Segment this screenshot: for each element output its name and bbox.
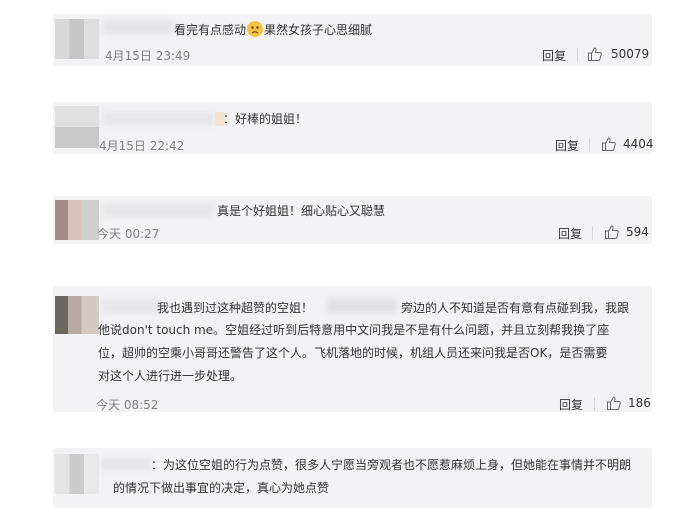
avatar[interactable] — [55, 19, 99, 59]
comment-card: 真是个好姐姐！细心贴心又聪慧 今天 00:27 回复 594 — [53, 196, 652, 244]
comment-text-line: ：为这位空姐的行为点赞，很多人宁愿当旁观者也不愿惹麻烦上身，但她能在事情并不明朗 — [151, 458, 632, 472]
divider — [577, 48, 578, 62]
comment-time: 今天 00:27 — [97, 227, 160, 241]
comment-text-line: 我也遇到过这种超赞的空姐！ — [157, 301, 314, 315]
thumbs-up-icon[interactable] — [604, 224, 620, 240]
comment-text: 看完有点感动 果然女孩子心思细腻 — [174, 21, 373, 37]
comment-text-line: 旁边的人不知道是否有意有点碰到我，我跟 — [401, 301, 630, 315]
comment-card: ：好棒的姐姐！ 4月15日 22:42 回复 4404 — [53, 102, 654, 154]
divider — [594, 397, 595, 411]
avatar[interactable] — [55, 296, 99, 334]
comment-text: 真是个好姐姐！细心贴心又聪慧 — [217, 204, 386, 218]
comment-text: ：好棒的姐姐！ — [223, 112, 308, 126]
like-count: 594 — [626, 225, 649, 239]
like-count: 186 — [628, 396, 651, 410]
divider — [592, 226, 593, 240]
like-count: 4404 — [623, 137, 654, 151]
thumbs-up-icon[interactable] — [601, 136, 617, 152]
comment-card: ：为这位空姐的行为点赞，很多人宁愿当旁观者也不愿惹麻烦上身，但她能在事情并不明朗… — [53, 448, 652, 508]
username[interactable] — [101, 457, 151, 471]
avatar[interactable] — [55, 200, 99, 240]
username[interactable] — [103, 20, 173, 34]
comment-text-line: 位，超帅的空乘小哥哥还警告了这个人。飞机落地的时候，机组人员还来问我是否OK，是… — [98, 346, 608, 360]
avatar[interactable] — [55, 454, 99, 494]
comment-text-line: 的情况下做出事宜的决定，真心为她点赞 — [113, 481, 330, 495]
comment-card: 看完有点感动 果然女孩子心思细腻 4月15日 23:49 回复 50079 — [53, 14, 652, 66]
avatar[interactable] — [55, 106, 99, 148]
comment-time: 今天 08:52 — [96, 398, 159, 412]
username[interactable] — [101, 299, 159, 313]
sad-face-emoji — [247, 21, 264, 37]
comment-time: 4月15日 23:49 — [105, 49, 191, 63]
thumbs-up-icon[interactable] — [606, 395, 622, 411]
like-count: 50079 — [611, 47, 650, 61]
mentioned-user[interactable] — [327, 299, 397, 313]
username[interactable] — [103, 203, 213, 217]
reply-button[interactable]: 回复 — [542, 47, 566, 64]
comment-time: 4月15日 22:42 — [99, 139, 185, 153]
reply-button[interactable]: 回复 — [559, 396, 583, 413]
thumbs-up-icon[interactable] — [587, 46, 603, 62]
username[interactable] — [103, 112, 215, 126]
comment-card: 我也遇到过这种超赞的空姐！ 旁边的人不知道是否有意有点碰到我，我跟 他说don'… — [53, 286, 652, 412]
reply-button[interactable]: 回复 — [558, 225, 582, 242]
divider — [589, 138, 590, 152]
comment-text-line: 他说don't touch me。空姐经过听到后特意用中文问我是不是有什么问题，… — [98, 323, 610, 337]
reply-button[interactable]: 回复 — [555, 137, 579, 154]
comment-text-line: 对这个人进行进一步处理。 — [98, 369, 243, 383]
